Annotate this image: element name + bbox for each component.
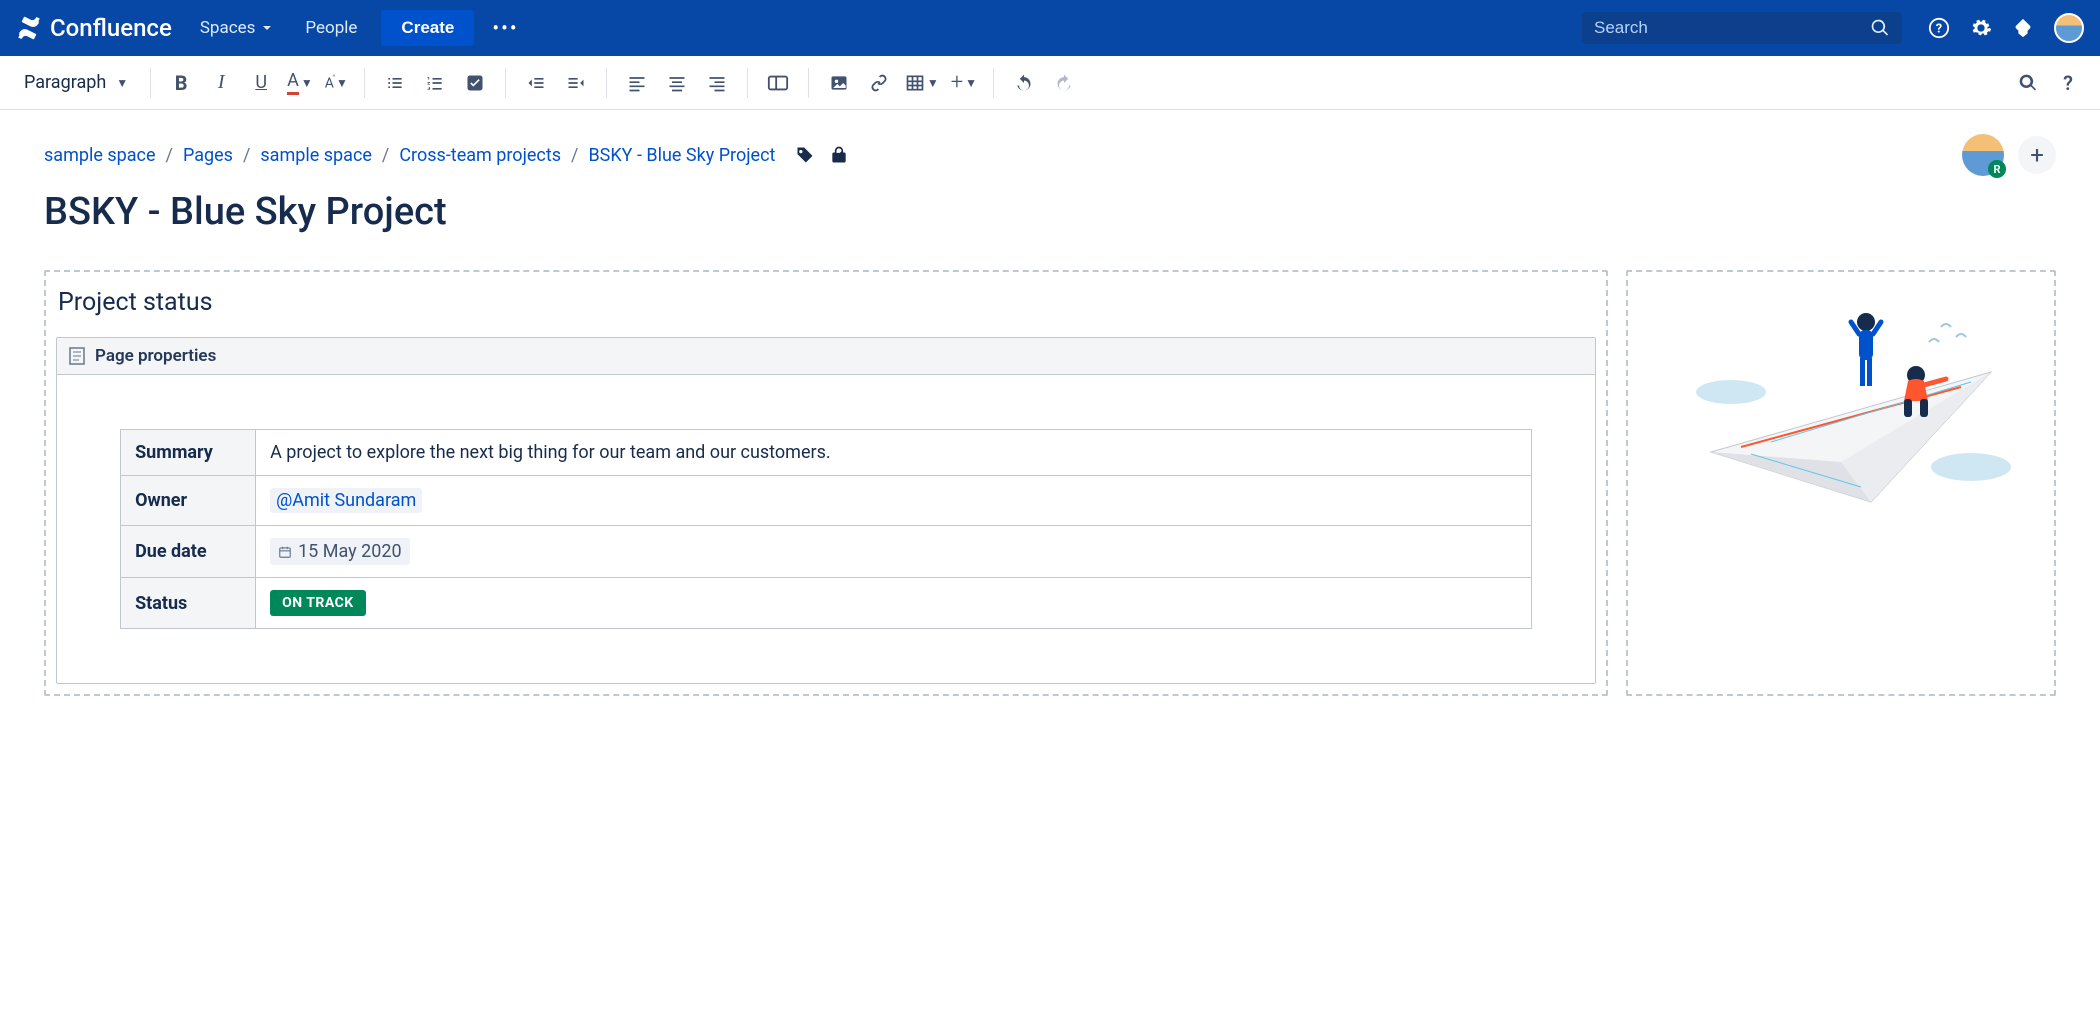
owner-label[interactable]: Owner — [121, 476, 256, 526]
table-row: Due date 15 May 2020 — [121, 526, 1532, 578]
text-style-selector[interactable]: Paragraph ▼ — [14, 66, 138, 99]
breadcrumb-item[interactable]: sample space — [44, 145, 156, 166]
macro-label: Page properties — [95, 346, 216, 366]
editor-toolbar: Paragraph ▼ B I U A▼ Å▼ ▼ +▼ ? — [0, 56, 2100, 110]
page-properties-icon — [69, 347, 85, 365]
editor-help-button[interactable]: ? — [2050, 65, 2086, 101]
svg-text:?: ? — [1936, 22, 1942, 37]
summary-label[interactable]: Summary — [121, 430, 256, 476]
indent-button[interactable] — [558, 65, 594, 101]
properties-table[interactable]: Summary A project to explore the next bi… — [120, 429, 1532, 629]
page-title[interactable]: BSKY - Blue Sky Project — [44, 190, 2056, 234]
undo-button[interactable] — [1006, 65, 1042, 101]
confluence-logo[interactable]: Confluence — [16, 14, 180, 42]
redo-button[interactable] — [1046, 65, 1082, 101]
table-row: Owner @Amit Sundaram — [121, 476, 1532, 526]
due-date-label[interactable]: Due date — [121, 526, 256, 578]
table-row: Summary A project to explore the next bi… — [121, 430, 1532, 476]
more-formatting-button[interactable]: Å▼ — [321, 65, 352, 101]
global-nav: Confluence Spaces People Create ••• ? — [0, 0, 2100, 56]
macro-header: Page properties — [57, 338, 1595, 375]
align-center-button[interactable] — [659, 65, 695, 101]
breadcrumb: sample space/ Pages/ sample space/ Cross… — [44, 145, 775, 166]
numbered-list-button[interactable] — [417, 65, 453, 101]
breadcrumb-item[interactable]: sample space — [260, 145, 372, 166]
breadcrumb-item[interactable]: BSKY - Blue Sky Project — [588, 145, 775, 166]
chevron-down-icon — [261, 22, 273, 34]
text-color-button[interactable]: A▼ — [283, 65, 317, 101]
settings-icon[interactable] — [1964, 11, 1998, 45]
search-input[interactable] — [1594, 18, 1870, 38]
profile-avatar[interactable] — [2054, 13, 2084, 43]
breadcrumb-item[interactable]: Pages — [183, 145, 233, 166]
help-icon[interactable]: ? — [1922, 11, 1956, 45]
notifications-icon[interactable] — [2006, 11, 2040, 45]
chevron-down-icon: ▼ — [116, 76, 128, 90]
status-label[interactable]: Status — [121, 578, 256, 629]
underline-button[interactable]: U — [243, 65, 279, 101]
table-row: Status ON TRACK — [121, 578, 1532, 629]
breadcrumb-item[interactable]: Cross-team projects — [399, 145, 561, 166]
page-properties-macro[interactable]: Page properties Summary A project to exp… — [56, 337, 1596, 684]
insert-more-button[interactable]: +▼ — [947, 65, 981, 101]
invite-to-edit-button[interactable]: + — [2018, 136, 2056, 174]
bold-button[interactable]: B — [163, 65, 199, 101]
labels-icon[interactable] — [795, 145, 815, 165]
summary-value[interactable]: A project to explore the next big thing … — [256, 430, 1532, 476]
editor-presence-avatar[interactable] — [1962, 134, 2004, 176]
illustration-paper-plane — [1661, 292, 2021, 552]
layout-cell-left[interactable]: Project status Page properties Summary A… — [44, 270, 1608, 696]
link-button[interactable] — [861, 65, 897, 101]
more-menu-button[interactable]: ••• — [482, 8, 528, 48]
section-heading[interactable]: Project status — [58, 288, 1596, 317]
find-replace-button[interactable] — [2010, 65, 2046, 101]
layouts-button[interactable] — [760, 65, 796, 101]
status-lozenge[interactable]: ON TRACK — [270, 590, 366, 616]
italic-button[interactable]: I — [203, 65, 239, 101]
user-mention[interactable]: @Amit Sundaram — [270, 488, 422, 513]
bullet-list-button[interactable] — [377, 65, 413, 101]
nav-spaces[interactable]: Spaces — [188, 10, 286, 46]
action-item-button[interactable] — [457, 65, 493, 101]
align-right-button[interactable] — [699, 65, 735, 101]
search-icon — [1870, 18, 1890, 38]
product-name: Confluence — [50, 14, 172, 42]
layout-cell-right[interactable] — [1626, 270, 2056, 696]
image-button[interactable] — [821, 65, 857, 101]
create-button[interactable]: Create — [381, 10, 474, 46]
nav-people[interactable]: People — [293, 10, 369, 46]
confluence-icon — [16, 15, 42, 41]
date-lozenge[interactable]: 15 May 2020 — [270, 538, 410, 565]
restrictions-icon[interactable] — [829, 145, 849, 165]
layout-two-column: Project status Page properties Summary A… — [44, 270, 2056, 696]
align-left-button[interactable] — [619, 65, 655, 101]
calendar-icon — [278, 545, 292, 559]
search-box[interactable] — [1582, 12, 1902, 44]
editor-content: sample space/ Pages/ sample space/ Cross… — [0, 110, 2100, 720]
outdent-button[interactable] — [518, 65, 554, 101]
table-button[interactable]: ▼ — [901, 65, 943, 101]
